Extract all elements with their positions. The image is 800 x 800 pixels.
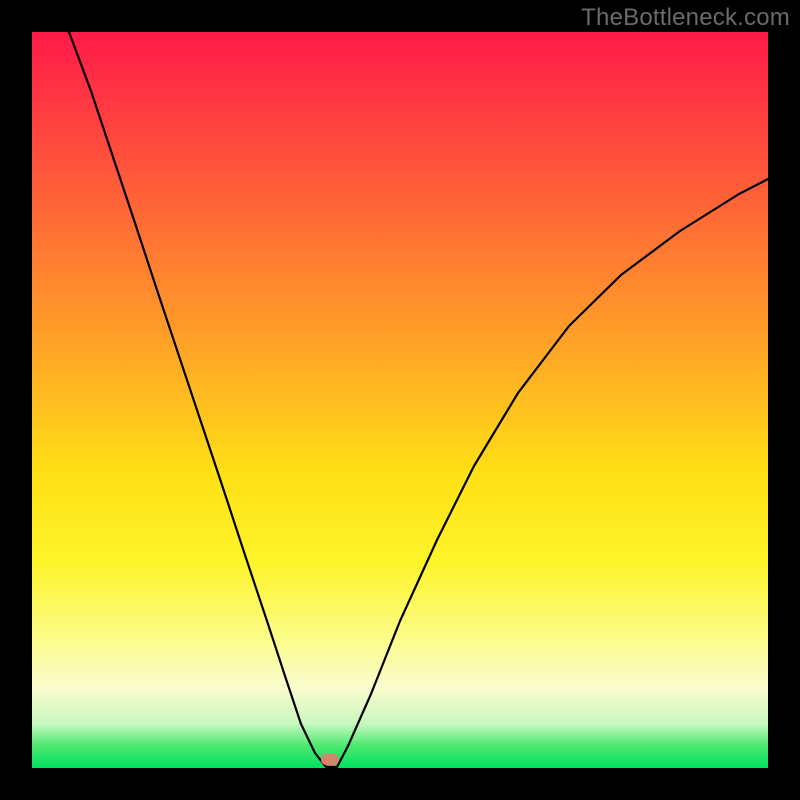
watermark-text: TheBottleneck.com bbox=[581, 4, 790, 32]
curve-path bbox=[69, 32, 768, 767]
chart-plot-area bbox=[32, 32, 768, 768]
chart-frame: TheBottleneck.com bbox=[0, 0, 800, 800]
bottleneck-curve bbox=[32, 32, 768, 768]
optimal-point-marker bbox=[321, 754, 339, 765]
